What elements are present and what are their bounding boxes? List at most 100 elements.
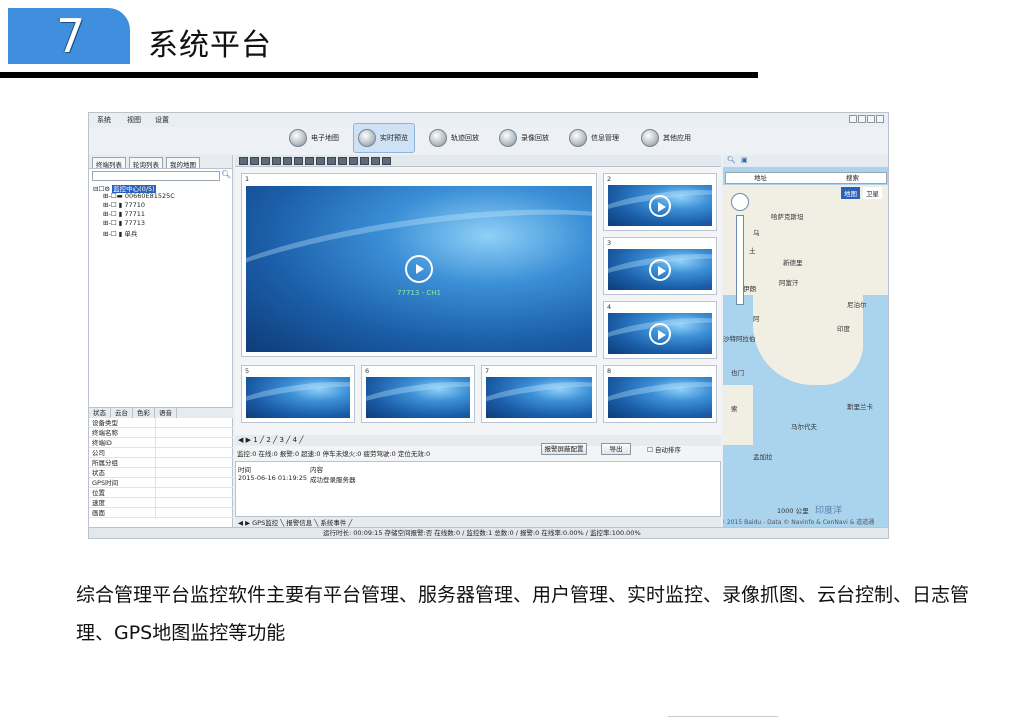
layout-9-icon[interactable] — [283, 156, 292, 165]
terminal-search-input[interactable] — [92, 171, 220, 181]
stop-icon[interactable] — [305, 156, 314, 165]
tree-item-label: 77711 — [124, 210, 146, 218]
map-scale: 1000 公里 — [777, 507, 809, 515]
tile-number: 2 — [607, 175, 612, 183]
alarm-filter-text: 监控:0 在线:0 报警:0 超速:0 停车未熄火:0 疲劳驾驶:0 定位无效:… — [237, 450, 431, 458]
play-icon[interactable] — [649, 322, 671, 345]
toolbar-info-manage[interactable]: 信息管理 — [565, 123, 625, 153]
video-frame — [608, 249, 712, 290]
toolbar-label: 信息管理 — [591, 134, 619, 142]
prop-row: 终端名称 — [89, 428, 233, 438]
map-pan-control[interactable] — [731, 193, 749, 211]
settings-icon[interactable] — [382, 156, 391, 165]
map-address-input[interactable]: 地址 搜索 — [725, 172, 887, 184]
video-tile[interactable]: 2 — [603, 173, 717, 231]
map-type-map[interactable]: 地图 — [841, 187, 860, 199]
search-icon[interactable]: 🔍︎ — [727, 156, 736, 164]
tree-item[interactable]: ⊞-☐▬ 00660E81525C — [93, 192, 175, 201]
map-place-label: 斯里兰卡 — [847, 403, 873, 411]
map-place-label: 乌 — [753, 229, 760, 237]
map-place-label: 哈萨克斯坦 — [771, 213, 804, 221]
video-tile[interactable]: 5 — [241, 365, 355, 423]
prop-row: 速度 — [89, 498, 233, 508]
terminal-tree: ⊟☐⚙ 监控中心(0/5) ⊞-☐▬ 00660E81525C ⊞-☐ ▮ 77… — [93, 183, 175, 238]
layout-8-icon[interactable] — [272, 156, 281, 165]
video-frame — [366, 377, 470, 418]
toolbar-track-playback[interactable]: 轨迹回放 — [425, 123, 485, 153]
prop-row: GPS时间 — [89, 478, 233, 488]
page-tabs-label: 1 ╱ 2 ╱ 3 ╱ 4 ╱ — [253, 436, 304, 444]
play-icon[interactable] — [360, 156, 369, 165]
tab-poll-list[interactable]: 轮询列表 — [129, 157, 163, 169]
map-search-button[interactable]: 搜索 — [846, 173, 859, 183]
prop-row: 所属分组 — [89, 458, 233, 468]
toolbar-other-apps[interactable]: 其他应用 — [637, 123, 697, 153]
map-type-satellite[interactable]: 卫星 — [863, 187, 882, 199]
tab-status[interactable]: 状态 — [89, 408, 111, 418]
fullscreen-icon[interactable] — [316, 156, 325, 165]
export-button[interactable]: 导出 — [601, 443, 631, 455]
section-number: 7 — [56, 9, 86, 63]
map-place-label: 伊朗 — [743, 285, 756, 293]
info-icon — [569, 129, 587, 147]
play-icon[interactable] — [649, 258, 671, 281]
snapshot-icon[interactable] — [327, 156, 336, 165]
map-place-label: 新德里 — [783, 259, 803, 267]
pause-icon[interactable] — [371, 156, 380, 165]
tree-item[interactable]: ⊞-☐ ▮ 77713 — [93, 219, 175, 228]
video-frame: 77713 - CH1 — [246, 186, 592, 352]
tab-my-map[interactable]: 我的地图 — [166, 157, 200, 169]
left-tabs: 终端列表 轮询列表 我的地图 — [89, 155, 232, 169]
log-cell-time: 2015-06-16 01:19:25 — [238, 474, 308, 482]
map-panel[interactable]: 🔍︎ ▣ 地址 搜索 地图 卫星 哈萨克斯坦 乌 土 伊朗 阿富汗 尼泊尔 阿 印… — [723, 155, 888, 529]
tile-number: 1 — [245, 175, 250, 183]
tree-item[interactable]: ⊞-☐ ▮ 77711 — [93, 210, 175, 219]
map-place-label: 阿 — [753, 315, 760, 323]
status-bar: 运行时长: 00:09:15 存储空间报警:否 在线数:0 / 监控数:1 总数… — [89, 527, 888, 538]
video-tile[interactable]: 4 — [603, 301, 717, 359]
video-tile[interactable]: 3 — [603, 237, 717, 295]
map-place-label: 印度 — [837, 325, 850, 333]
tree-item-label: 77713 — [124, 219, 146, 227]
play-icon[interactable] — [649, 194, 671, 217]
toolbar-label: 实时预览 — [380, 134, 408, 142]
layout-1-icon[interactable] — [239, 156, 248, 165]
tree-item[interactable]: ⊞-☐ ▮ 77710 — [93, 201, 175, 210]
video-tile[interactable]: 6 — [361, 365, 475, 423]
toolbar-electronic-map[interactable]: 电子地图 — [285, 123, 345, 153]
video-area: 1 77713 - CH1 2 3 4 5 6 7 8 ◀ ▶ 1 ╱ 2 ╱ … — [235, 155, 721, 529]
toolbar-video-playback[interactable]: 录像回放 — [495, 123, 555, 153]
video-frame — [608, 185, 712, 226]
video-tile[interactable]: 8 — [603, 365, 717, 423]
record-icon[interactable] — [338, 156, 347, 165]
slide: 7 系统平台 系统 视图 设置 电子地图 实时预览 轨迹回放 录像回放 信息管理… — [0, 0, 1028, 722]
tab-color[interactable]: 色彩 — [133, 408, 155, 418]
tile-number: 4 — [607, 303, 612, 311]
volume-icon[interactable] — [349, 156, 358, 165]
play-icon[interactable] — [405, 255, 433, 283]
layout-4-icon[interactable] — [250, 156, 259, 165]
toolbar-label: 电子地图 — [311, 134, 339, 142]
search-icon[interactable]: 🔍︎ — [221, 170, 231, 179]
tree-item[interactable]: ⊞-☐ ▮ 单兵 — [93, 228, 175, 238]
layout-16-icon[interactable] — [294, 156, 303, 165]
prop-row: 终端ID — [89, 438, 233, 448]
layout-6-icon[interactable] — [261, 156, 270, 165]
map-toolbar: 🔍︎ ▣ — [723, 155, 888, 167]
tab-voice[interactable]: 语音 — [155, 408, 177, 418]
map-place-label: 尼泊尔 — [847, 301, 867, 309]
tab-ptz[interactable]: 云台 — [111, 408, 133, 418]
tile-number: 5 — [245, 367, 250, 375]
tree-item-label: 77710 — [124, 201, 146, 209]
video-tile[interactable]: 1 77713 - CH1 — [241, 173, 597, 357]
tree-item-label: 单兵 — [124, 230, 138, 238]
address-label: 地址 — [754, 174, 767, 182]
video-tile[interactable]: 7 — [481, 365, 597, 423]
autosort-checkbox[interactable]: ☐ 自动排序 — [647, 444, 681, 454]
tree-root[interactable]: ⊟☐⚙ 监控中心(0/5) — [93, 183, 175, 193]
layers-icon[interactable]: ▣ — [741, 156, 748, 164]
tab-terminal-list[interactable]: 终端列表 — [92, 157, 126, 169]
toolbar-live-preview[interactable]: 实时预览 — [353, 123, 415, 153]
tile-caption: 77713 - CH1 — [397, 288, 441, 297]
alarm-config-button[interactable]: 报警屏蔽配置 — [541, 443, 587, 455]
